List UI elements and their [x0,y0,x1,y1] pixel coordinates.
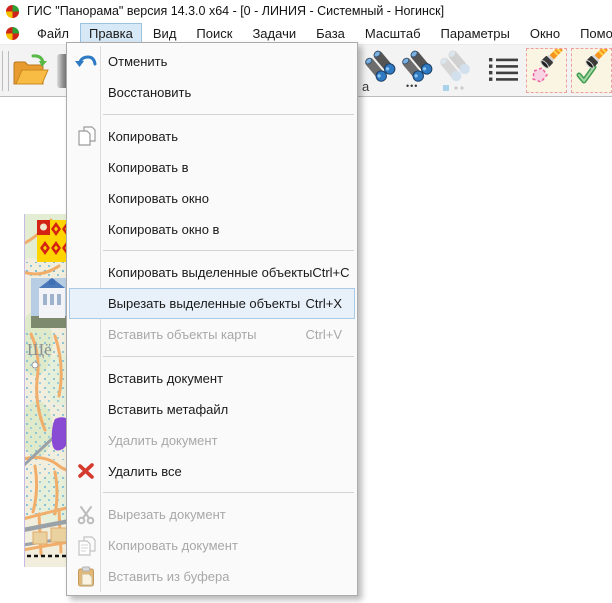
menu-tasks[interactable]: Задачи [243,23,305,44]
menu-parameters[interactable]: Параметры [432,23,519,44]
menu-window[interactable]: Окно [521,23,569,44]
highlight-search-area-icon[interactable] [526,48,567,93]
open-map-folder-icon[interactable] [11,52,51,90]
shortcut-label: Ctrl+X [306,296,354,311]
menu-item-cut-selected-objects[interactable]: Вырезать выделенные объекты Ctrl+X [69,288,355,319]
menu-item-cut-document: Вырезать документ [69,499,355,530]
copy-document-icon [70,535,101,557]
find-more-badge: ••• [406,82,418,91]
shortcut-label: Ctrl+V [306,327,354,342]
app-logo-icon [5,4,20,19]
menu-help[interactable]: Помощь [571,23,612,44]
paste-clipboard-icon [70,566,101,588]
menu-item-paste-metafile[interactable]: Вставить метафайл [69,394,355,425]
menu-item-copy[interactable]: Копировать [69,121,355,152]
window-title: ГИС "Панорама" версия 14.3.0 x64 - [0 - … [27,4,444,18]
app-logo-icon[interactable] [5,26,20,41]
menu-separator [67,245,357,258]
menu-item-delete-all[interactable]: Удалить все [69,456,355,487]
menu-search[interactable]: Поиск [187,23,241,44]
map-place-label: Щё [27,340,52,359]
menu-item-copy-window[interactable]: Копировать окно [69,183,355,214]
menu-separator [67,108,357,121]
menu-separator [67,487,357,500]
binoculars-find-list-icon[interactable]: ••• [399,49,435,93]
menu-item-copy-to[interactable]: Копировать в [69,152,355,183]
highlight-search-selected-icon[interactable] [571,48,612,93]
object-list-icon[interactable] [489,57,525,101]
binoculars-find-disabled-icon [437,49,473,93]
menu-file[interactable]: Файл [28,23,78,44]
binoculars-find-by-name-icon[interactable]: a [362,49,398,93]
undo-icon [70,52,101,72]
menu-scale[interactable]: Масштаб [356,23,430,44]
menu-item-paste-document[interactable]: Вставить документ [69,363,355,394]
copy-pages-icon [70,125,101,147]
menu-view[interactable]: Вид [144,23,186,44]
edit-dropdown-menu: Отменить Восстановить Копировать Копиров… [66,42,358,596]
menu-item-delete-document: Удалить документ [69,425,355,456]
menu-item-paste-from-buffer: Вставить из буфера [69,561,355,592]
toolbar-search-group: a ••• [360,45,612,96]
menu-separator [67,350,357,363]
menu-database[interactable]: База [307,23,354,44]
menu-edit[interactable]: Правка [80,23,142,44]
toolbar-grip-handle[interactable] [2,51,9,91]
scissors-icon [70,505,101,525]
menu-item-copy-window-to[interactable]: Копировать окно в [69,214,355,245]
delete-all-red-x-icon [70,461,101,481]
find-letter-badge: a [362,80,369,93]
menu-item-redo[interactable]: Восстановить [69,77,355,108]
shortcut-label: Ctrl+C [312,265,361,280]
menu-item-copy-document: Копировать документ [69,530,355,561]
menu-item-paste-map-objects: Вставить объекты карты Ctrl+V [69,319,355,350]
menu-item-copy-selected-objects[interactable]: Копировать выделенные объекты Ctrl+C [69,257,355,288]
menu-item-undo[interactable]: Отменить [69,46,355,77]
title-bar: ГИС "Панорама" версия 14.3.0 x64 - [0 - … [0,0,612,22]
